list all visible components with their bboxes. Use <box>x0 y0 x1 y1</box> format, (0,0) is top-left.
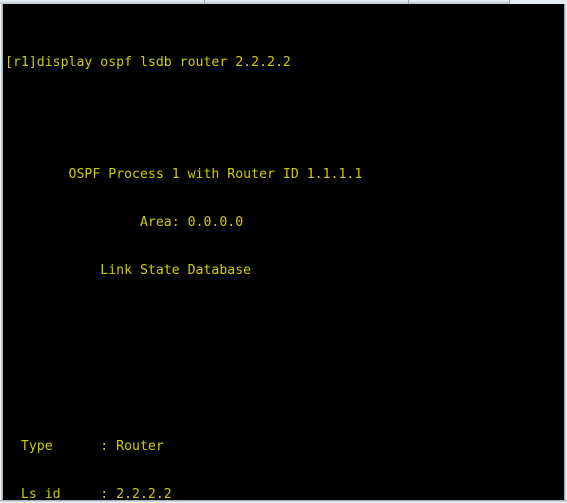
window-chrome-strip <box>0 0 567 4</box>
chrome-segment-2 <box>205 0 409 4</box>
chrome-segment-1 <box>0 0 205 4</box>
window-frame-left <box>0 4 3 503</box>
command-line: [r1]display ospf lsdb router 2.2.2.2 <box>5 55 291 70</box>
ospf-area-line: Area: 0.0.0.0 <box>5 215 244 230</box>
blank-line-header-1 <box>5 327 362 343</box>
terminal-screen[interactable]: [r1]display ospf lsdb router 2.2.2.2 OSP… <box>3 4 564 500</box>
blank-line-header-2 <box>5 375 362 391</box>
chrome-segment-3 <box>409 0 510 4</box>
terminal-window: [r1]display ospf lsdb router 2.2.2.2 OSP… <box>0 0 567 503</box>
terminal-output: [r1]display ospf lsdb router 2.2.2.2 OSP… <box>5 7 362 500</box>
link-state-database-line: Link State Database <box>5 263 252 278</box>
blank-line-after-command <box>5 103 362 119</box>
ospf-process-line: OSPF Process 1 with Router ID 1.1.1.1 <box>5 167 363 182</box>
lsa-type-line: Type : Router <box>5 439 164 454</box>
lsa-ls-id-line: Ls id : 2.2.2.2 <box>5 487 172 500</box>
chrome-segment-4 <box>510 0 567 4</box>
